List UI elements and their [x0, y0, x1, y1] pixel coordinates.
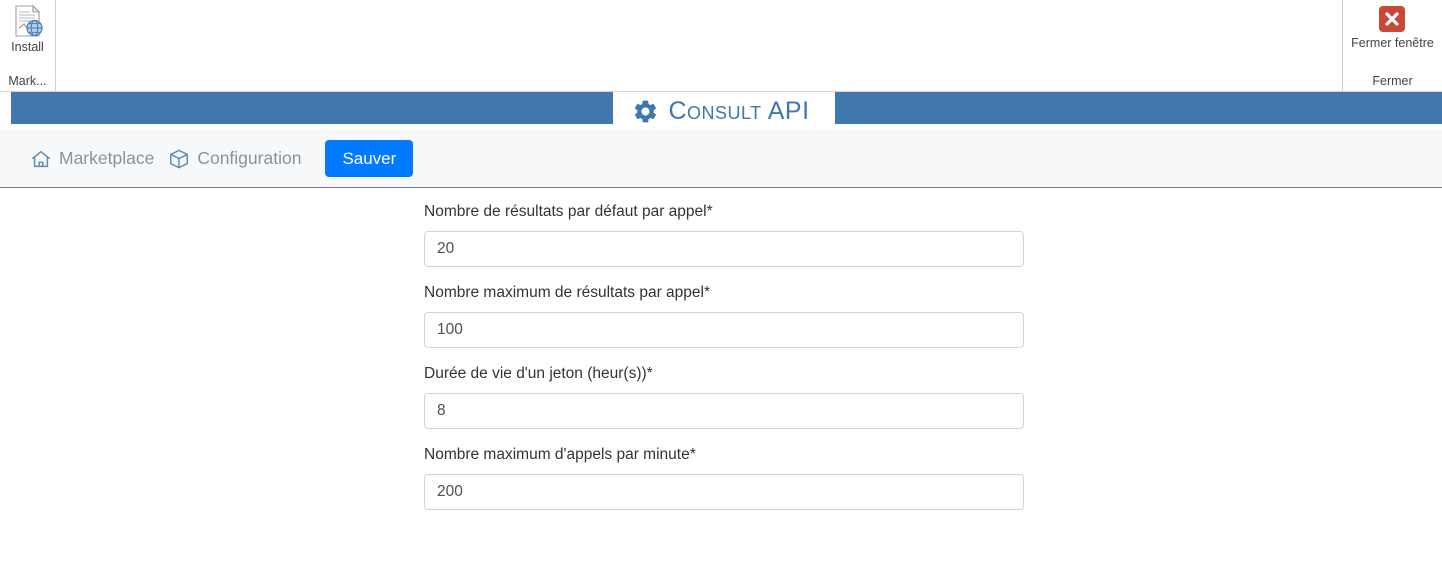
save-button[interactable]: Sauver	[325, 139, 414, 178]
nav-item-marketplace-label: Marketplace	[59, 148, 155, 168]
install-button[interactable]: Install	[11, 0, 45, 54]
ribbon-group-label-fermer: Fermer	[1372, 74, 1413, 88]
label-default-results: Nombre de résultats par défaut par appel…	[424, 203, 713, 220]
close-window-button[interactable]: Fermer fenêtre	[1351, 0, 1434, 50]
input-max-results[interactable]	[424, 311, 1024, 348]
label-token-lifetime: Durée de vie d'un jeton (heur(s))*	[424, 364, 653, 382]
input-default-results[interactable]	[424, 230, 1024, 267]
form-group-default-results: Nombre de résultats par défaut par appel…	[424, 202, 1024, 267]
home-icon	[30, 148, 52, 170]
form-group-token-lifetime: Durée de vie d'un jeton (heur(s))*	[424, 364, 1024, 429]
gear-icon	[632, 98, 659, 125]
ribbon-group-fermer: Fermer fenêtre Fermer	[1342, 0, 1442, 92]
nav-item-configuration[interactable]: Configuration	[168, 148, 301, 170]
form-group-max-calls-per-minute: Nombre maximum d'appels par minute*	[424, 445, 1024, 510]
navigation-bar: Marketplace Configuration Sauver	[0, 130, 1442, 188]
nav-item-configuration-label: Configuration	[197, 148, 302, 168]
ribbon-group-label-marketplace: Mark...	[8, 74, 47, 88]
banner-bar-left	[11, 92, 613, 124]
page-title-text: Consult API	[668, 96, 810, 125]
label-max-calls-per-minute: Nombre maximum d'appels par minute*	[424, 445, 696, 463]
app-banner: Consult API	[0, 92, 1442, 130]
banner-bar-right	[835, 92, 1442, 124]
document-globe-icon	[11, 4, 45, 38]
close-window-button-label: Fermer fenêtre	[1351, 36, 1434, 50]
form-group-max-results: Nombre maximum de résultats par appel*	[424, 283, 1024, 348]
configuration-form: Nombre de résultats par défaut par appel…	[0, 188, 1442, 510]
ribbon-toolbar: Install Mark... Fermer fenêtre Fermer	[0, 0, 1442, 92]
ribbon-group-marketplace: Install Mark...	[0, 0, 56, 92]
input-token-lifetime[interactable]	[424, 392, 1024, 429]
input-max-calls-per-minute[interactable]	[424, 473, 1024, 510]
nav-item-marketplace[interactable]: Marketplace	[30, 148, 154, 170]
box-icon	[168, 148, 190, 170]
install-button-label: Install	[11, 40, 44, 54]
close-window-icon	[1377, 4, 1407, 34]
label-max-results: Nombre maximum de résultats par appel*	[424, 283, 711, 301]
